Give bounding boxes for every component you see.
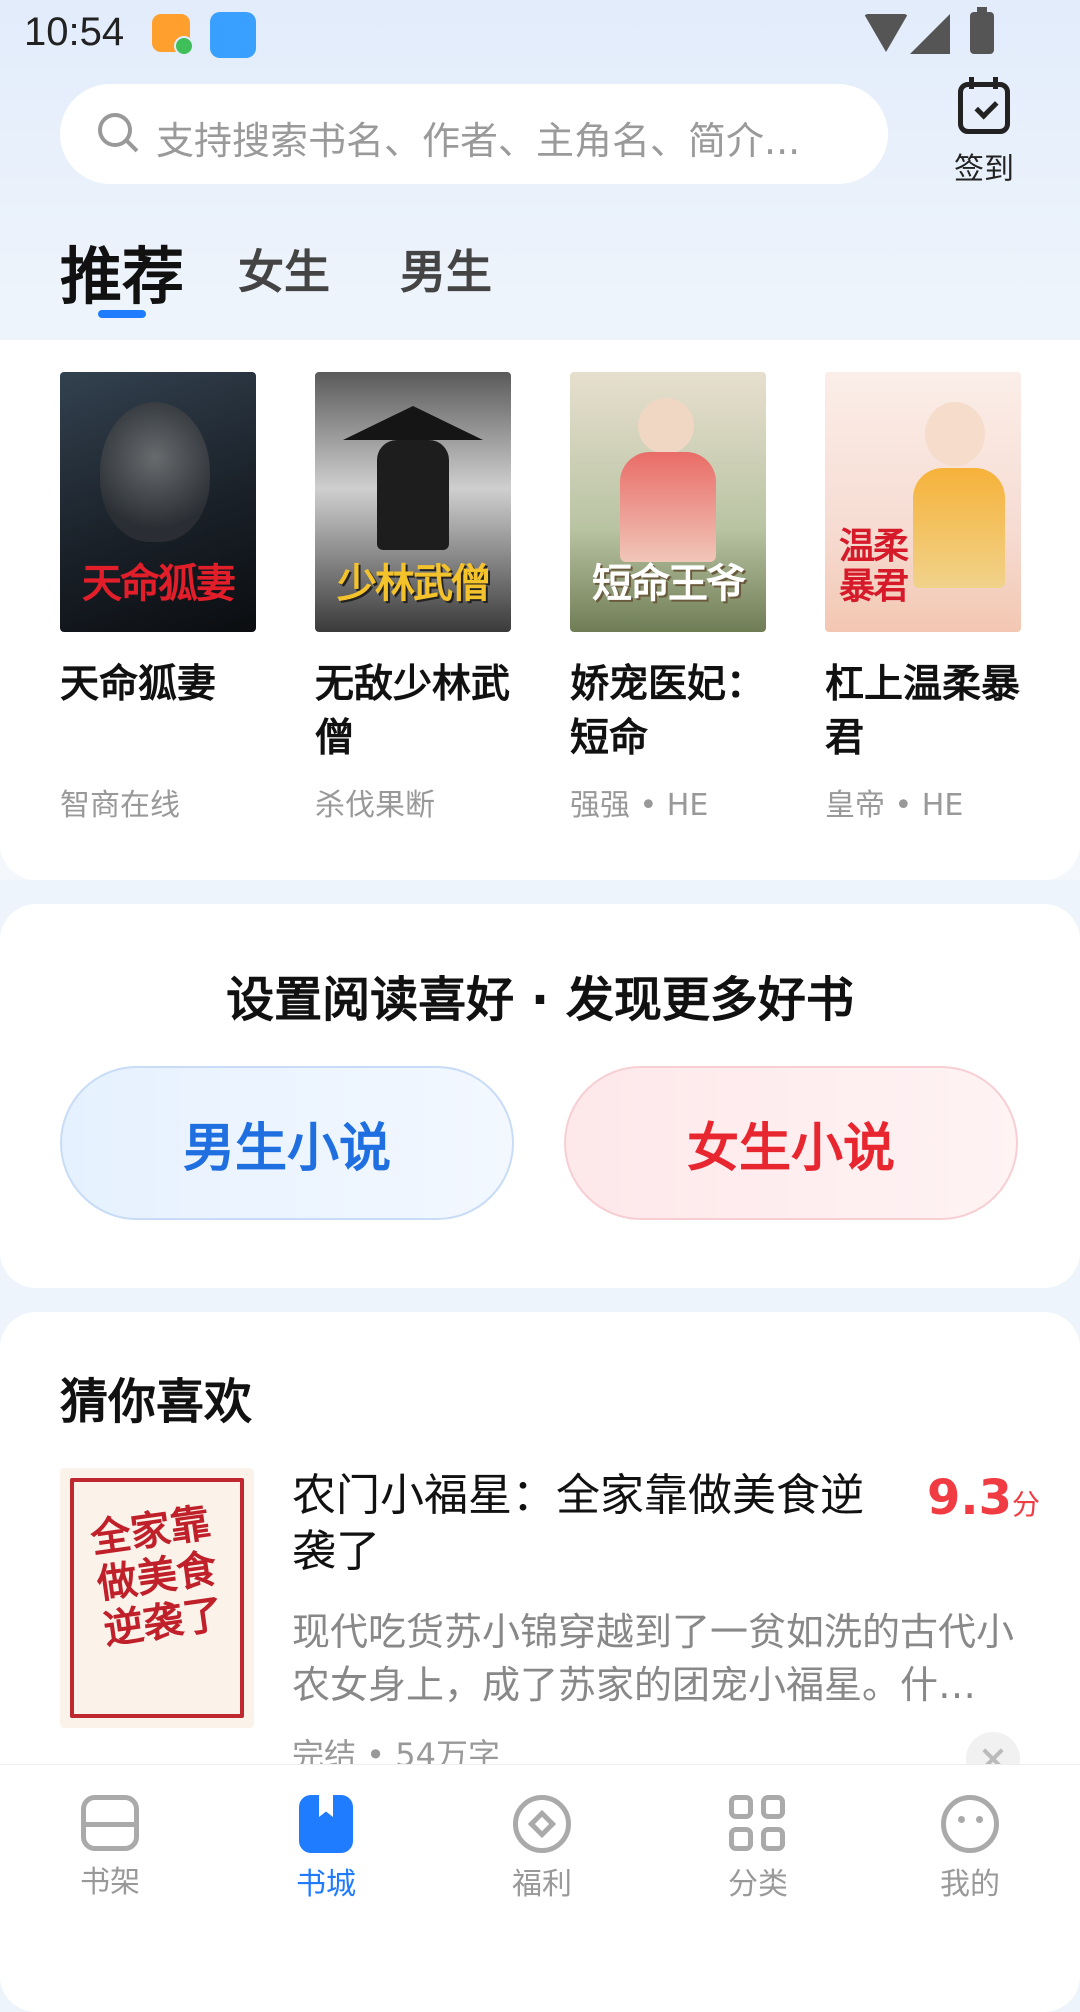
nav-label: 书架 [80, 1865, 140, 1900]
nav-label: 我的 [940, 1867, 1000, 1902]
nav-profile[interactable]: 我的 [890, 1795, 1050, 1903]
search-icon [98, 113, 132, 147]
book-cover: 天命狐妻 [60, 372, 256, 632]
book-item[interactable]: 温柔暴君 杠上温柔暴君 皇帝 • HE [825, 372, 1021, 824]
profile-icon [941, 1795, 999, 1853]
checkin-button[interactable]: 签到 [942, 77, 1026, 188]
cover-text: 短命王爷 [592, 560, 746, 607]
nav-category[interactable]: 分类 [678, 1795, 838, 1903]
book-title[interactable]: 农门小福星：全家靠做美食逆袭了 [292, 1468, 892, 1580]
book-tag: 皇帝 • HE [825, 788, 964, 823]
notification-avatar-icon [210, 12, 256, 58]
book-cover: 温柔暴君 [825, 372, 1021, 632]
nav-label: 书城 [296, 1867, 356, 1902]
book-description: 现代吃货苏小锦穿越到了一贫如洗的古代小农女身上，成了苏家的团宠小福星。什么…… [292, 1610, 1015, 1707]
welfare-icon [513, 1795, 571, 1853]
calendar-check-icon [958, 77, 1010, 134]
book-tag: 强强 • HE [570, 788, 709, 823]
tab-male[interactable]: 男生 [400, 236, 492, 302]
search-input[interactable]: 支持搜索书名、作者、主角名、简介... [60, 84, 888, 184]
nav-bookshelf[interactable]: 书架 [30, 1795, 190, 1901]
bottom-navigation: 书架 书城 福利 分类 我的 [0, 1764, 1080, 1921]
book-score: 9.3分 [916, 1470, 1040, 1526]
nav-label: 福利 [512, 1867, 572, 1902]
preference-title: 设置阅读喜好 · 发现更多好书 [226, 972, 854, 1028]
checkin-label: 签到 [954, 152, 1014, 187]
signal-icon [910, 14, 950, 54]
score-unit: 分 [1011, 1488, 1040, 1521]
book-title: 无敌少林武僧 [315, 662, 511, 761]
tab-recommended[interactable]: 推荐 [60, 226, 184, 316]
wifi-icon [864, 14, 908, 52]
book-item[interactable]: 短命王爷 娇宠医妃：短命 强强 • HE [570, 372, 766, 824]
battery-icon [970, 7, 994, 54]
book-cover: 短命王爷 [570, 372, 766, 632]
status-bar: 10:54 [0, 0, 1080, 72]
search-placeholder: 支持搜索书名、作者、主角名、简介... [156, 119, 801, 163]
cover-text: 少林武僧 [337, 560, 491, 607]
book-item[interactable]: 天命狐妻 天命狐妻 智商在线 [60, 372, 256, 824]
nav-welfare[interactable]: 福利 [462, 1795, 622, 1903]
category-icon [729, 1795, 787, 1853]
tab-female[interactable]: 女生 [238, 236, 330, 302]
cover-text: 天命狐妻 [82, 560, 236, 607]
book-cover[interactable]: 全家靠做美食逆袭了 [60, 1468, 254, 1728]
score-value: 9.3 [926, 1470, 1012, 1526]
section-heading: 猜你喜欢 [60, 1374, 253, 1430]
nav-label: 分类 [728, 1867, 788, 1902]
book-tag: 杀伐果断 [315, 788, 435, 823]
status-time: 10:54 [24, 10, 125, 54]
book-item[interactable]: 少林武僧 无敌少林武僧 杀伐果断 [315, 372, 511, 824]
nav-bookstore[interactable]: 书城 [246, 1795, 406, 1903]
book-title: 杠上温柔暴君 [825, 662, 1021, 761]
book-tag: 智商在线 [60, 788, 180, 823]
female-novels-button[interactable]: 女生小说 [564, 1066, 1018, 1220]
cover-text: 温柔暴君 [839, 525, 909, 607]
bookshelf-icon [81, 1795, 139, 1851]
active-tab-indicator [98, 310, 146, 318]
book-cover: 少林武僧 [315, 372, 511, 632]
notification-app-icon [152, 14, 194, 56]
book-title: 娇宠医妃：短命 [570, 662, 766, 761]
cover-text: 全家靠做美食逆袭了 [87, 1499, 227, 1654]
bookstore-icon [299, 1795, 353, 1853]
male-novels-button[interactable]: 男生小说 [60, 1066, 514, 1220]
book-title: 天命狐妻 [60, 662, 217, 707]
